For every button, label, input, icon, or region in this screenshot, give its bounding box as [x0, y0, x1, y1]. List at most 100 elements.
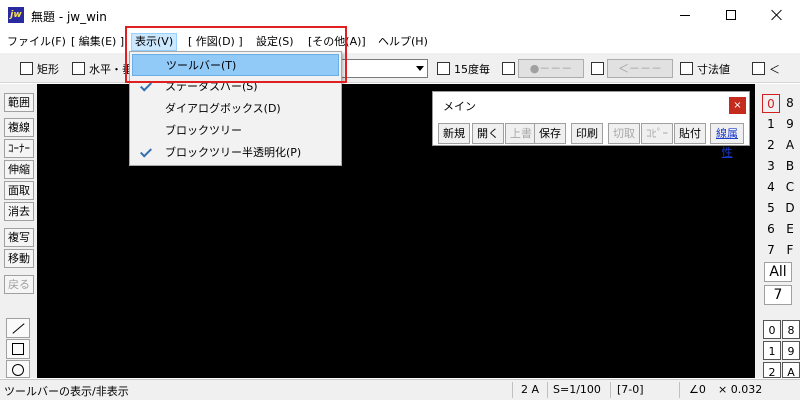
extra-label: ＜: [769, 63, 780, 76]
open-file-button[interactable]: 開く: [472, 123, 504, 144]
dimension-value-checkbox[interactable]: [680, 62, 693, 75]
layer-number: D: [785, 201, 795, 215]
layer-6-button[interactable]: 6: [762, 220, 780, 239]
tool-stretch[interactable]: 伸縮: [4, 160, 34, 179]
layer-0-button[interactable]: 0: [762, 94, 780, 113]
line-tool-icon: [12, 323, 25, 334]
menu-file[interactable]: ファイル(F): [4, 33, 69, 51]
status-bar: ツールバーの表示/非表示 2 A S=1/100 [7-0] ∠0 × 0.03…: [0, 379, 800, 400]
group-1-button[interactable]: 1: [763, 341, 781, 360]
current-layer-button[interactable]: 7: [764, 285, 792, 305]
multiplier-button[interactable]: × 0.032: [718, 383, 762, 396]
extra-checkbox[interactable]: [752, 62, 765, 75]
layer-1-button[interactable]: 1: [762, 115, 780, 134]
menu-edit[interactable]: [ 編集(E) ]: [68, 33, 127, 51]
paste-button[interactable]: 貼付: [674, 123, 706, 144]
print-button[interactable]: 印刷: [571, 123, 603, 144]
title-bar: jw 無題 - jw_win: [0, 0, 800, 31]
view-menu-block-tree-translucent[interactable]: ブロックツリー半透明化(P): [132, 142, 339, 164]
layer-8-button[interactable]: 8: [781, 94, 799, 113]
layer-e-button[interactable]: E: [781, 220, 799, 239]
group-8-button[interactable]: 8: [782, 320, 800, 339]
tool-undo[interactable]: 戻る: [4, 275, 34, 294]
parameter-combo[interactable]: [340, 59, 428, 78]
close-icon: [771, 9, 783, 21]
tool-corner[interactable]: ｺｰﾅｰ: [4, 139, 34, 158]
layer-number: E: [786, 222, 794, 236]
layer-7-button[interactable]: 7: [762, 241, 780, 260]
deg15-label: 15度毎: [454, 63, 490, 76]
rectangle-tool-button[interactable]: [6, 339, 30, 359]
group-0-button[interactable]: 0: [763, 320, 781, 339]
scale-button[interactable]: S=1/100: [553, 383, 601, 396]
new-file-button[interactable]: 新規: [438, 123, 470, 144]
menu-help[interactable]: ヘルプ(H): [375, 33, 431, 51]
horizontal-vertical-checkbox[interactable]: [72, 62, 85, 75]
menu-item-label: ブロックツリー半透明化(P): [165, 146, 302, 159]
arrow-option-button[interactable]: ＜－－－: [607, 59, 673, 78]
save-button[interactable]: 保存: [534, 123, 566, 144]
highlight-annotation: [125, 26, 347, 83]
main-window-title: メイン: [443, 100, 476, 113]
tool-chamfer[interactable]: 面取: [4, 181, 34, 200]
status-divider: [679, 382, 680, 398]
overwrite-button[interactable]: 上書: [505, 123, 537, 144]
deg15-checkbox[interactable]: [437, 62, 450, 75]
jw-app-icon: jw: [8, 7, 24, 23]
circle-option-checkbox[interactable]: [502, 62, 515, 75]
layer-4-button[interactable]: 4: [762, 178, 780, 197]
status-divider: [610, 382, 611, 398]
layer-d-button[interactable]: D: [781, 199, 799, 218]
tool-copy[interactable]: 複写: [4, 228, 34, 247]
dimension-value-label: 寸法値: [697, 63, 730, 76]
layer-f-button[interactable]: F: [781, 241, 799, 260]
circle-option-button[interactable]: ●－－－: [518, 59, 584, 78]
group-9-button[interactable]: 9: [782, 341, 800, 360]
minimize-button[interactable]: [662, 0, 708, 30]
layer-status-button[interactable]: [7-0]: [617, 383, 644, 396]
menu-bar: ファイル(F) [ 編集(E) ] 表示(V) [ 作図(D) ] 設定(S) …: [0, 31, 800, 51]
checkmark-icon: [140, 146, 154, 158]
tool-offset[interactable]: 複線: [4, 118, 34, 137]
status-divider: [512, 382, 513, 398]
group-2-button[interactable]: 2: [763, 362, 781, 379]
layer-b-button[interactable]: B: [781, 157, 799, 176]
chevron-down-icon: [416, 66, 424, 71]
maximize-button[interactable]: [708, 0, 754, 30]
layer-number: 2: [767, 138, 775, 152]
rect-checkbox[interactable]: [20, 62, 33, 75]
layer-number: 9: [786, 117, 794, 131]
view-menu-block-tree[interactable]: ブロックツリー: [132, 120, 339, 142]
angle-button[interactable]: ∠0: [689, 383, 706, 396]
layer-5-button[interactable]: 5: [762, 199, 780, 218]
status-divider: [547, 382, 548, 398]
tool-move[interactable]: 移動: [4, 249, 34, 268]
layer-number: 7: [767, 243, 775, 257]
main-window-close-button[interactable]: ×: [729, 97, 746, 114]
layer-a-button[interactable]: A: [781, 136, 799, 155]
layer-number: 4: [767, 180, 775, 194]
tool-range[interactable]: 範囲: [4, 93, 34, 112]
layer-c-button[interactable]: C: [781, 178, 799, 197]
layer-number: B: [785, 159, 795, 173]
arrow-option-checkbox[interactable]: [591, 62, 604, 75]
left-tool-palette: 範囲 複線 ｺｰﾅｰ 伸縮 面取 消去 複写 移動 戻る: [0, 84, 37, 378]
view-menu-dialog-box[interactable]: ダイアログボックス(D): [132, 98, 339, 120]
layer-number: 6: [767, 222, 775, 236]
menu-item-label: ダイアログボックス(D): [165, 102, 281, 115]
layer-panel: 0 8 1 9 2 A 3 B 4 C 5 D 6 E 7 F All 7 0 …: [755, 84, 800, 379]
layer-2-button[interactable]: 2: [762, 136, 780, 155]
copy-button[interactable]: ｺﾋﾟｰ: [641, 123, 673, 144]
layer-number: F: [786, 243, 794, 257]
line-attribute-button[interactable]: 線属性: [710, 123, 744, 159]
close-button[interactable]: [754, 0, 800, 30]
tool-erase[interactable]: 消去: [4, 202, 34, 221]
circle-tool-button[interactable]: [6, 360, 30, 378]
line-tool-button[interactable]: [6, 318, 30, 338]
group-a-button[interactable]: A: [782, 362, 800, 379]
paper-size-button[interactable]: 2 A: [521, 383, 539, 396]
layer-9-button[interactable]: 9: [781, 115, 799, 134]
cut-button[interactable]: 切取: [608, 123, 640, 144]
layer-all-button[interactable]: All: [764, 262, 792, 282]
layer-3-button[interactable]: 3: [762, 157, 780, 176]
